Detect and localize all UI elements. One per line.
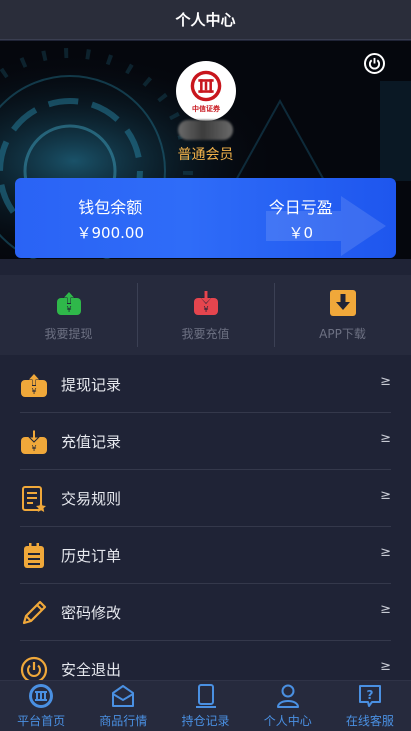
- menu-item-label: 交易规则: [61, 490, 122, 508]
- svg-text:¥: ¥: [203, 305, 208, 314]
- menu-item-label: 充值记录: [61, 433, 122, 451]
- nav-market[interactable]: 商品行情: [82, 681, 164, 731]
- wallet-balance-value: ￥900.00: [76, 223, 145, 242]
- positions-icon: [195, 684, 216, 708]
- member-level: 普通会员: [177, 147, 234, 163]
- chevron-right-icon: ≥: [380, 602, 391, 617]
- page: 个人中心 中信证券 普通会员 钱包余额 ￥900.00 今日亏盈 ￥0 ¥ 我要…: [0, 0, 411, 731]
- deposit-button[interactable]: ¥ 我要充值: [137, 275, 274, 355]
- chevron-right-icon: ≥: [380, 374, 391, 389]
- withdraw-button[interactable]: ¥ 我要提现: [0, 275, 137, 355]
- quick-actions: ¥ 我要提现 ¥ 我要充值 APP下载: [0, 275, 411, 355]
- power-button[interactable]: [364, 53, 385, 74]
- nav-positions-label: 持仓记录: [181, 714, 230, 728]
- username-masked: [178, 120, 233, 140]
- svg-text:¥: ¥: [66, 305, 71, 314]
- deposit-label: 我要充值: [181, 326, 230, 341]
- withdraw-record-icon: ¥: [20, 371, 48, 399]
- page-title: 个人中心: [175, 11, 236, 29]
- menu-item-history-orders[interactable]: 历史订单 ≥: [0, 527, 411, 584]
- chevron-right-icon: ≥: [380, 488, 391, 503]
- svg-text:¥: ¥: [31, 387, 36, 396]
- menu-list: ¥ 提现记录 ≥ ¥ 充值记录 ≥ 交易规则 ≥ 历史订单 ≥ 密码修改 ≥ 安…: [0, 356, 411, 698]
- chevron-right-icon: ≥: [380, 659, 391, 674]
- nav-home-label: 平台首页: [17, 714, 66, 728]
- nav-profile-label: 个人中心: [263, 714, 312, 728]
- withdraw-icon: ¥: [56, 290, 81, 315]
- menu-item-trade-rules[interactable]: 交易规则 ≥: [0, 470, 411, 527]
- withdraw-label: 我要提现: [44, 326, 93, 341]
- profile-icon: [276, 684, 299, 708]
- power-icon: [368, 57, 381, 70]
- menu-item-password-change[interactable]: 密码修改 ≥: [0, 584, 411, 641]
- deposit-record-icon: ¥: [20, 428, 48, 456]
- svg-text:?: ?: [366, 688, 373, 702]
- citic-logo-icon: [190, 70, 222, 101]
- menu-item-label: 安全退出: [61, 661, 122, 679]
- app-download-label: APP下载: [319, 326, 366, 341]
- menu-item-label: 密码修改: [61, 604, 122, 622]
- avatar-brand-text: 中信证券: [192, 104, 220, 113]
- orders-icon: [20, 542, 48, 570]
- today-pnl-label: 今日亏盈: [268, 197, 333, 217]
- top-bar: 个人中心: [0, 0, 411, 40]
- svg-text:¥: ¥: [31, 444, 36, 453]
- menu-item-label: 历史订单: [61, 547, 122, 565]
- app-download-button[interactable]: APP下载: [274, 275, 411, 355]
- today-pnl-value: ￥0: [288, 223, 314, 242]
- wallet-balance: 钱包余额 ￥900.00: [15, 178, 206, 258]
- market-icon: [112, 685, 135, 707]
- chevron-right-icon: ≥: [380, 545, 391, 560]
- nav-positions[interactable]: 持仓记录: [164, 681, 246, 731]
- chevron-right-icon: ≥: [380, 431, 391, 446]
- home-logo-icon: [29, 684, 54, 708]
- rules-icon: [20, 485, 48, 513]
- nav-market-label: 商品行情: [99, 714, 148, 728]
- menu-item-label: 提现记录: [61, 376, 122, 394]
- bottom-nav: 平台首页 商品行情 持仓记录 个人中心 ? 在线客服: [0, 680, 411, 731]
- today-pnl: 今日亏盈 ￥0: [206, 178, 397, 258]
- nav-home[interactable]: 平台首页: [0, 681, 82, 731]
- menu-item-deposit-record[interactable]: ¥ 充值记录 ≥: [0, 413, 411, 470]
- support-icon: ?: [358, 685, 381, 707]
- download-icon: [329, 289, 356, 316]
- password-edit-icon: [20, 599, 48, 627]
- nav-profile[interactable]: 个人中心: [247, 681, 329, 731]
- nav-support[interactable]: ? 在线客服: [329, 681, 411, 731]
- menu-item-withdraw-record[interactable]: ¥ 提现记录 ≥: [0, 356, 411, 413]
- deposit-icon: ¥: [193, 290, 218, 315]
- wallet-balance-label: 钱包余额: [78, 197, 143, 217]
- wallet-card: 钱包余额 ￥900.00 今日亏盈 ￥0: [15, 178, 396, 258]
- avatar[interactable]: 中信证券: [176, 61, 236, 121]
- nav-support-label: 在线客服: [345, 714, 394, 728]
